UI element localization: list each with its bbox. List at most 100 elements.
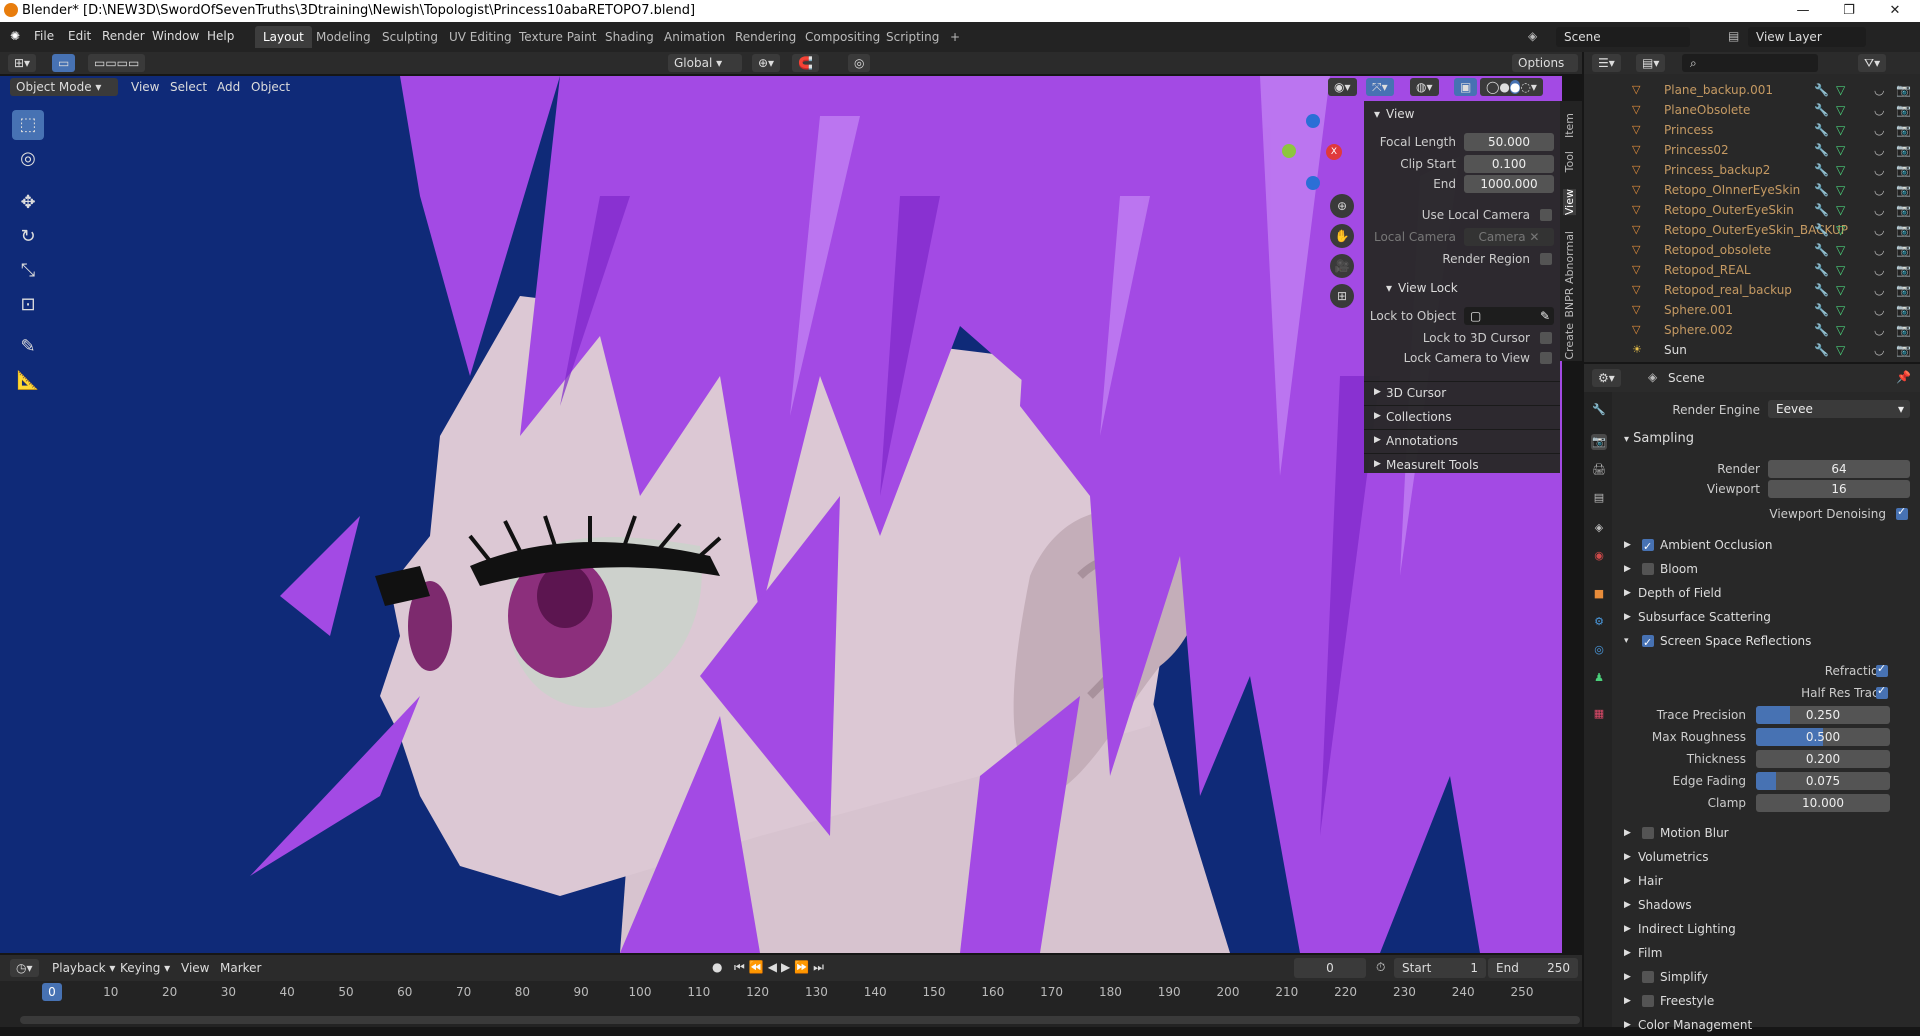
visibility-toggle-icon[interactable]: ◡ (1874, 300, 1884, 320)
clip-end-field[interactable]: 1000.000 (1464, 175, 1554, 193)
physics-props-icon[interactable]: ◎ (1591, 642, 1607, 658)
output-props-icon[interactable]: 🖨 (1591, 462, 1607, 478)
world-props-icon[interactable]: ◉ (1591, 548, 1607, 564)
visibility-toggle-icon[interactable]: ◡ (1874, 260, 1884, 280)
scene-field[interactable]: Scene (1556, 27, 1690, 47)
options-dropdown[interactable]: Options ▾ (1512, 54, 1578, 88)
thickness-field[interactable]: 0.200 (1756, 750, 1890, 768)
tab-tool[interactable]: Tool (1563, 151, 1576, 172)
outliner-row[interactable]: ▽ PlaneObsolete 🔧 ▽ ◡ 📷 (1584, 100, 1920, 120)
tool-props-icon[interactable]: 🔧 (1591, 402, 1607, 418)
outliner-row[interactable]: ☀ Sun 🔧 ▽ ◡ 📷 (1584, 340, 1920, 360)
simplify-section[interactable]: ▶ Simplify (1624, 966, 1914, 988)
outliner-row[interactable]: ▽ Retopod_real_backup 🔧 ▽ ◡ 📷 (1584, 280, 1920, 300)
axis-gizmo-x-icon[interactable]: X (1326, 144, 1342, 160)
render-toggle-icon[interactable]: 📷 (1896, 180, 1911, 200)
overlay-icon[interactable]: ◍▾ (1410, 78, 1439, 96)
render-toggle-icon[interactable]: 📷 (1896, 100, 1911, 120)
viewport-samples-field[interactable]: 16 (1768, 480, 1910, 498)
menu-help[interactable]: Help (207, 29, 234, 43)
clamp-field[interactable]: 10.000 (1756, 794, 1890, 812)
cursor-tool-icon[interactable]: ◎ (12, 144, 44, 174)
outliner-row[interactable]: ▽ Retopo_OuterEyeSkin_BACKUP 🔧 ▽ ◡ 📷 (1584, 220, 1920, 240)
tab-view[interactable]: View (1563, 189, 1576, 216)
visibility-toggle-icon[interactable]: ◡ (1874, 220, 1884, 240)
half-res-trace-checkbox[interactable] (1876, 684, 1888, 699)
select-mode-icons[interactable]: ▭▭▭▭ (88, 54, 146, 72)
visibility-toggle-icon[interactable]: ◡ (1874, 280, 1884, 300)
annotate-tool-icon[interactable]: ✎ (12, 332, 44, 362)
outliner-row[interactable]: ▽ Retopod_REAL 🔧 ▽ ◡ 📷 (1584, 260, 1920, 280)
outliner-row[interactable]: ▽ Plane_backup.001 🔧 ▽ ◡ 📷 (1584, 80, 1920, 100)
maximize-icon[interactable]: ❐ (1826, 0, 1872, 22)
motion-blur-checkbox[interactable] (1642, 827, 1654, 839)
outliner-row[interactable]: ▽ Princess02 🔧 ▽ ◡ 📷 (1584, 140, 1920, 160)
workspace-tab-sculpting[interactable]: Sculpting (374, 26, 446, 48)
workspace-tab-scripting[interactable]: Scripting (878, 26, 947, 48)
shadows-section[interactable]: ▶ Shadows (1624, 894, 1914, 916)
max-roughness-slider[interactable]: 0.500 (1756, 728, 1890, 746)
select-box-icon[interactable]: ▭ (52, 54, 76, 72)
bloom-checkbox[interactable] (1642, 563, 1654, 575)
tab-create[interactable]: Create (1563, 323, 1576, 360)
view-layer-icon[interactable]: ▤ (1728, 29, 1739, 43)
zoom-icon[interactable]: ⊕ (1330, 194, 1354, 218)
render-props-icon[interactable]: 📷 (1591, 434, 1607, 450)
outliner-search-input[interactable]: ⌕ (1682, 54, 1818, 72)
render-toggle-icon[interactable]: 📷 (1896, 200, 1911, 220)
editor-type-icon[interactable]: ⊞▾ (8, 54, 37, 72)
hair-section[interactable]: ▶ Hair (1624, 870, 1914, 892)
refraction-checkbox[interactable] (1876, 662, 1888, 677)
measure-tool-icon[interactable]: 📐 (12, 366, 44, 396)
outliner-row[interactable]: ▽ Princess 🔧 ▽ ◡ 📷 (1584, 120, 1920, 140)
clip-start-field[interactable]: 0.100 (1464, 155, 1554, 173)
data-props-icon[interactable]: ♟ (1591, 670, 1607, 686)
tab-bnpr-abnormal[interactable]: BNPR Abnormal (1563, 231, 1576, 318)
indirect-lighting-section[interactable]: ▶ Indirect Lighting (1624, 918, 1914, 940)
render-toggle-icon[interactable]: 📷 (1896, 260, 1911, 280)
render-toggle-icon[interactable]: 📷 (1896, 240, 1911, 260)
simplify-checkbox[interactable] (1642, 971, 1654, 983)
viewport-menu-select[interactable]: Select (170, 80, 207, 94)
use-local-camera-checkbox[interactable] (1540, 209, 1552, 221)
render-toggle-icon[interactable]: 📷 (1896, 340, 1911, 360)
visibility-toggle-icon[interactable]: ◡ (1874, 200, 1884, 220)
workspace-tab-rendering[interactable]: Rendering (727, 26, 804, 48)
focal-length-field[interactable]: 50.000 (1464, 133, 1554, 151)
collections-section[interactable]: ▶ Collections (1364, 405, 1560, 429)
pin-icon[interactable]: 📌 (1896, 370, 1911, 384)
visibility-toggle-icon[interactable]: ◡ (1874, 120, 1884, 140)
blender-menu-icon[interactable]: ✺ (10, 29, 20, 43)
menu-window[interactable]: Window (152, 29, 199, 43)
workspace-tab-modeling[interactable]: Modeling (308, 26, 379, 48)
local-camera-field[interactable]: Camera ✕ (1464, 228, 1554, 246)
workspace-tab-compositing[interactable]: Compositing (797, 26, 888, 48)
volumetrics-section[interactable]: ▶ Volumetrics (1624, 846, 1914, 868)
ambient-occlusion-checkbox[interactable] (1642, 536, 1654, 558)
lock-camera-to-view-checkbox[interactable] (1540, 352, 1552, 364)
proportional-edit-icon[interactable]: ◎ (848, 54, 871, 72)
viewport-denoising-checkbox[interactable] (1896, 505, 1908, 520)
screen-space-reflections-section[interactable]: ▾ Screen Space Reflections (1624, 630, 1914, 654)
move-tool-icon[interactable]: ✥ (12, 188, 44, 218)
properties-editor-type-icon[interactable]: ⚙▾ (1592, 369, 1621, 387)
visibility-toggle-icon[interactable]: ◡ (1874, 240, 1884, 260)
axis-gizmo-y-icon[interactable] (1282, 144, 1296, 158)
viewport-menu-object[interactable]: Object (251, 80, 290, 94)
visibility-toggle-icon[interactable]: ◡ (1874, 320, 1884, 340)
menu-render[interactable]: Render (102, 29, 145, 43)
workspace-tab-uv-editing[interactable]: UV Editing (441, 26, 520, 48)
eyedropper-icon[interactable]: ✎ (1540, 307, 1550, 325)
tab-item[interactable]: Item (1563, 113, 1576, 138)
filter-icon[interactable]: ⛛▾ (1858, 54, 1887, 72)
freestyle-checkbox[interactable] (1642, 995, 1654, 1007)
view-lock-section-header[interactable]: ▾ View Lock (1364, 277, 1560, 301)
render-toggle-icon[interactable]: 📷 (1896, 140, 1911, 160)
subsurface-scattering-section[interactable]: ▶ Subsurface Scattering (1624, 606, 1914, 628)
render-toggle-icon[interactable]: 📷 (1896, 120, 1911, 140)
lock-to-3d-cursor-checkbox[interactable] (1540, 332, 1552, 344)
shading-modes-icons[interactable]: ◯●●◌▾ (1480, 78, 1543, 96)
render-toggle-icon[interactable]: 📷 (1896, 160, 1911, 180)
playhead[interactable]: 0 (42, 983, 62, 1001)
object-props-icon[interactable]: ■ (1591, 586, 1607, 602)
